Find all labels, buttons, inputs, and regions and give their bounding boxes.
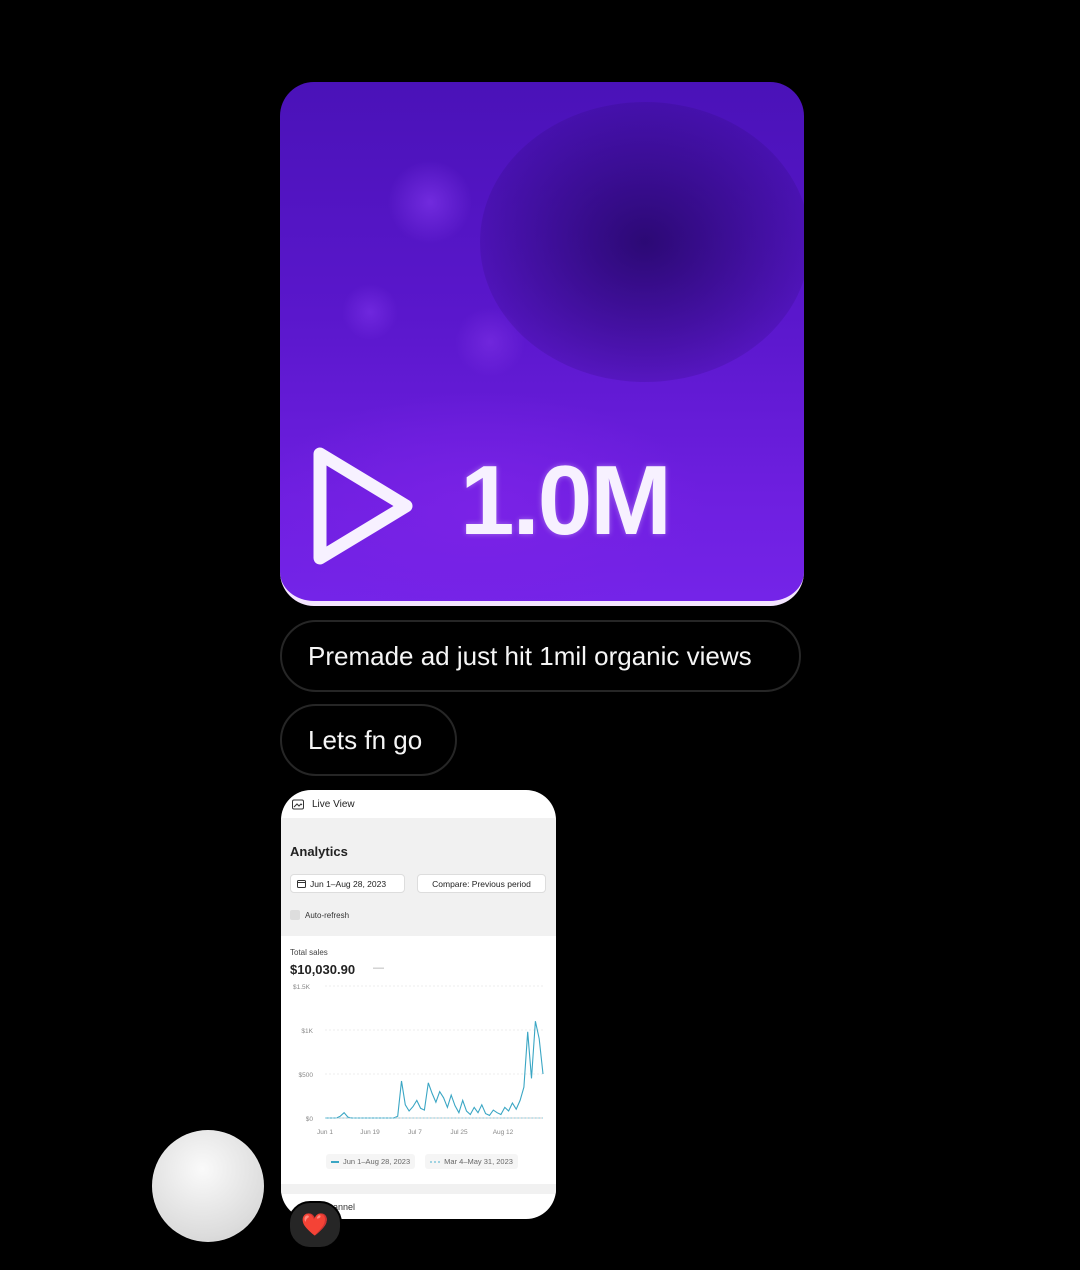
y-tick-label: $0 [306, 1116, 314, 1123]
legend-item: Mar 4–May 31, 2023 [425, 1154, 518, 1169]
live-view-bar: Live View [281, 790, 556, 818]
sales-chart-card: Total sales $10,030.90 — $1.5K $1K $500 $0 J… [281, 936, 556, 1184]
date-range-chip: Jun 1–Aug 28, 2023 [290, 874, 405, 893]
message-bubble[interactable]: Lets fn go [280, 704, 457, 776]
message-text: Premade ad just hit 1mil organic views [308, 640, 752, 671]
heart-icon: ❤️ [301, 1212, 329, 1237]
video-thumbnail[interactable]: 1.0M [280, 82, 804, 606]
date-range-label: Jun 1–Aug 28, 2023 [310, 878, 387, 889]
message-text: Lets fn go [308, 724, 423, 755]
legend-swatch [331, 1160, 339, 1163]
series-line-current [325, 1021, 544, 1119]
y-tick-label: $1.5K [293, 984, 311, 991]
x-tick-label: Jul 25 [450, 1129, 468, 1136]
reaction-badge[interactable]: ❤️ [288, 1201, 342, 1249]
legend-item: Jun 1–Aug 28, 2023 [326, 1154, 416, 1169]
avatar[interactable] [152, 1130, 264, 1242]
auto-refresh-checkbox [290, 910, 300, 920]
x-tick-label: Aug 12 [493, 1129, 514, 1136]
legend-label: Mar 4–May 31, 2023 [444, 1157, 513, 1166]
live-view-icon [292, 799, 304, 809]
analytics-title: Analytics [290, 844, 348, 859]
compare-chip: Compare: Previous period [417, 874, 546, 893]
auto-refresh-label: Auto-refresh [305, 910, 350, 920]
section-divider [281, 1184, 556, 1194]
total-sales-change: — [373, 962, 384, 974]
analytics-header: Analytics Jun 1–Aug 28, 2023 Compare: Pr… [281, 818, 556, 936]
legend-label: Jun 1–Aug 28, 2023 [343, 1157, 411, 1166]
sales-line-chart: $1.5K $1K $500 $0Jun 1 Jun 19 Jul 7 Jul 25 Aug … [293, 984, 544, 1136]
total-sales-label: Total sales [290, 948, 328, 957]
total-sales-value: $10,030.90 [290, 962, 356, 977]
x-tick-label: Jul 7 [408, 1129, 422, 1136]
chart-legend: Jun 1–Aug 28, 2023 Mar 4–May 31, 2023 [326, 1154, 518, 1169]
auto-refresh-row: Auto-refresh [290, 910, 349, 920]
x-tick-label: Jun 19 [360, 1129, 380, 1136]
legend-swatch [430, 1160, 441, 1163]
x-tick-label: Jun 1 [317, 1129, 333, 1136]
compare-label: Compare: Previous period [432, 878, 531, 889]
analytics-screenshot[interactable]: Live View Analytics Jun 1–Aug 28, 2023 C… [281, 790, 556, 1219]
play-icon [313, 447, 413, 565]
message-bubble[interactable]: Premade ad just hit 1mil organic views [280, 620, 801, 692]
calendar-icon [297, 880, 306, 888]
thumbnail-shadow [480, 102, 804, 382]
y-tick-label: $500 [299, 1072, 314, 1079]
view-count: 1.0M [460, 445, 672, 555]
y-tick-label: $1K [301, 1028, 313, 1035]
live-view-label: Live View [312, 798, 355, 810]
